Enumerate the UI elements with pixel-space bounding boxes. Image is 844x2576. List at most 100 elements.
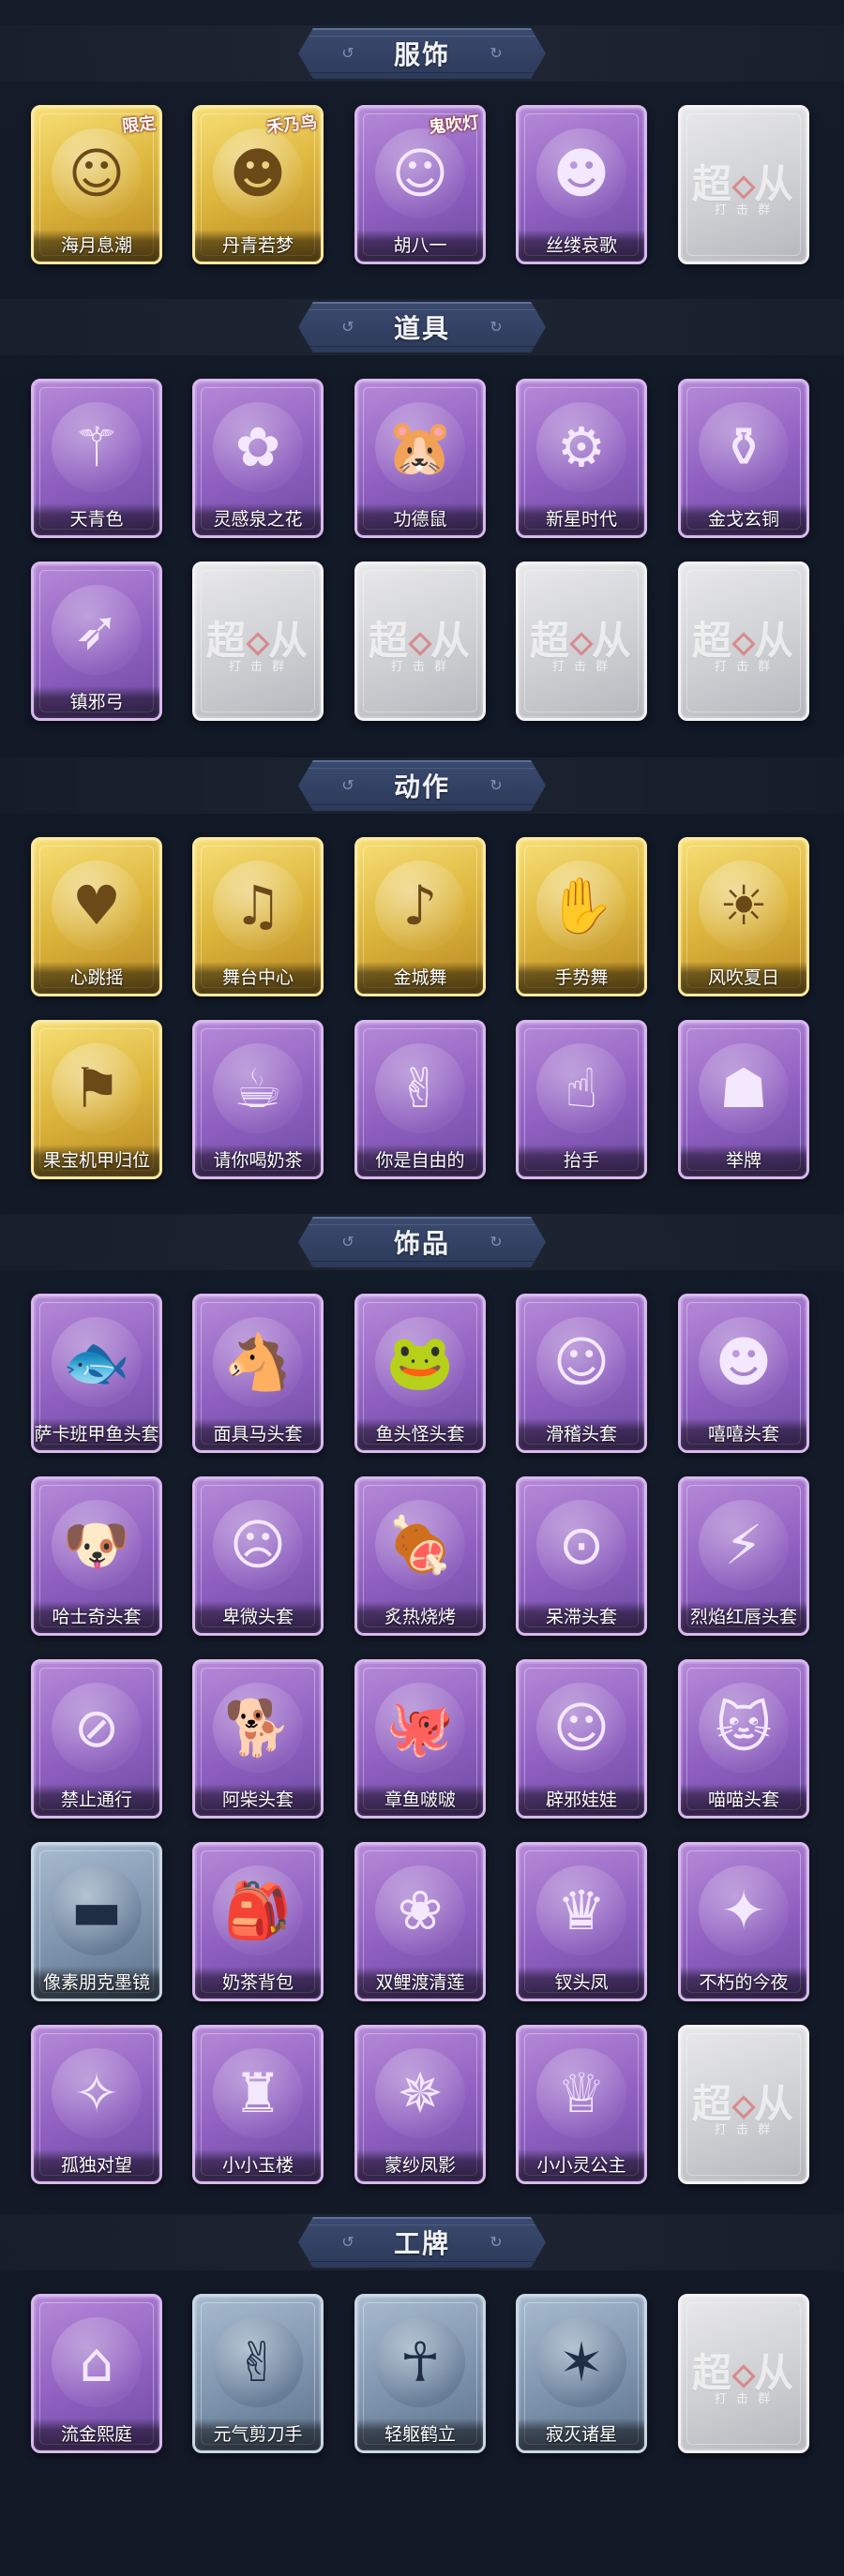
item-label: 喵喵头套 (681, 1784, 806, 1816)
item-card[interactable]: ⌂ 流金熙庭 (31, 2294, 162, 2453)
item-card[interactable]: 🐴 面具马头套 (192, 1294, 324, 1453)
bow-icon: ➶ (52, 585, 142, 675)
item-label: 丝缕哀歌 (519, 230, 644, 262)
item-label: 呆滞头套 (519, 1601, 644, 1633)
item-card[interactable]: ☕ 请你喝奶茶 (192, 1020, 324, 1179)
section-title: 动作 (393, 771, 450, 802)
milk-tea-pose-icon: ☕ (213, 1043, 303, 1133)
item-card[interactable]: ☺ 限定 海月息潮 (31, 105, 162, 264)
item-card[interactable]: ☺ 辟邪娃娃 (516, 1659, 647, 1819)
swirl-left-icon: ↺ (341, 2233, 354, 2251)
item-label: 辟邪娃娃 (519, 1784, 644, 1816)
summer-wind-pose-icon: ☀ (699, 861, 789, 951)
item-card[interactable]: ✵ 蒙纱凤影 (354, 2025, 486, 2184)
empty-slot-watermark-sub: 打 击 群 (714, 2123, 774, 2137)
phoenix-hairpin-icon: ♛ (536, 1865, 626, 1955)
item-label: 举牌 (681, 1145, 806, 1176)
watermark-diamond-icon (569, 632, 594, 656)
item-card[interactable]: ➶ 镇邪弓 (31, 562, 162, 721)
item-card[interactable]: ⊙ 呆滞头套 (516, 1476, 647, 1636)
item-card[interactable]: ☗ 举牌 (678, 1020, 809, 1179)
section-header-accessories: ↺ ↻ 饰品 (298, 1217, 546, 1267)
item-card[interactable]: ☺ 鬼吹灯 胡八一 (354, 105, 486, 264)
item-card[interactable]: ⚑ 果宝机甲归位 (31, 1020, 162, 1179)
item-card[interactable]: ♕ 小小灵公主 (516, 2025, 647, 2184)
item-card[interactable]: ☝ 抬手 (516, 1020, 647, 1179)
young-man-portrait-icon: ☺ (375, 128, 465, 218)
item-card[interactable]: ☀ 风吹夏日 (678, 837, 809, 996)
item-label: 果宝机甲归位 (34, 1145, 159, 1176)
item-label: 小小灵公主 (519, 2149, 644, 2181)
section-title: 工牌 (393, 2228, 450, 2259)
doll-head-icon: ☺ (536, 1683, 626, 1773)
empty-item-slot[interactable]: 超从打 击 群 (192, 562, 324, 721)
swirl-right-icon: ↻ (490, 776, 503, 794)
item-card[interactable]: ☻ 丝缕哀歌 (516, 105, 647, 264)
item-card[interactable]: 🐶 哈士奇头套 (31, 1476, 162, 1636)
empty-item-slot[interactable]: 超从打 击 群 (354, 562, 486, 721)
item-card[interactable]: ⚱ 金戈玄铜 (678, 379, 809, 538)
item-label: 舞台中心 (195, 962, 321, 994)
item-card[interactable]: ✌ 元气剪刀手 (192, 2294, 324, 2453)
item-card[interactable]: ✧ 孤独对望 (31, 2025, 162, 2184)
item-card[interactable]: ▬ 像素朋克墨镜 (31, 1842, 162, 2001)
item-card[interactable]: ♪ 金城舞 (354, 837, 486, 996)
dazed-face-head-icon: ⊙ (536, 1500, 626, 1590)
item-label: 禁止通行 (34, 1784, 159, 1816)
item-card[interactable]: ☻ 嘻嘻头套 (678, 1294, 809, 1453)
item-card[interactable]: ☺ 滑稽头套 (516, 1294, 647, 1453)
item-card[interactable]: ♛ 钗头凤 (516, 1842, 647, 2001)
item-card[interactable]: 🍖 炙热烧烤 (354, 1476, 486, 1636)
item-card[interactable]: ⊘ 禁止通行 (31, 1659, 162, 1819)
empty-item-slot[interactable]: 超从打 击 群 (678, 2025, 809, 2184)
item-card[interactable]: ☻ 禾乃鸟 丹青若梦 (192, 105, 324, 264)
item-label: 萨卡班甲鱼头套 (34, 1418, 159, 1450)
item-label: 哈士奇头套 (34, 1601, 159, 1633)
item-card[interactable]: ☹ 卑微头套 (192, 1476, 324, 1636)
item-label: 金戈玄铜 (681, 503, 806, 535)
item-card[interactable]: ✦ 不朽的今夜 (678, 1842, 809, 2001)
item-card[interactable]: 🐕 阿柴头套 (192, 1659, 324, 1819)
item-card[interactable]: 🐱 喵喵头套 (678, 1659, 809, 1819)
item-card[interactable]: ⚚ 天青色 (31, 379, 162, 538)
mecha-pose-icon: ⚑ (52, 1043, 142, 1133)
item-card[interactable]: 🐟 萨卡班甲鱼头套 (31, 1294, 162, 1453)
item-card[interactable]: ✿ 灵感泉之花 (192, 379, 324, 538)
empty-item-slot[interactable]: 超从打 击 群 (678, 562, 809, 721)
item-card[interactable]: ⚙ 新星时代 (516, 379, 647, 538)
swirl-right-icon: ↻ (490, 2233, 503, 2251)
item-label: 章鱼啵啵 (357, 1784, 483, 1816)
item-label: 心跳摇 (34, 962, 159, 994)
item-label: 天青色 (34, 503, 159, 535)
item-card[interactable]: ♥ 心跳摇 (31, 837, 162, 996)
item-card[interactable]: ✌ 你是自由的 (354, 1020, 486, 1179)
empty-item-slot[interactable]: 超从打 击 群 (678, 105, 809, 264)
item-label: 嘻嘻头套 (681, 1418, 806, 1450)
golden-frame-badge-icon: ⌂ (52, 2317, 142, 2407)
swirl-left-icon: ↺ (341, 44, 354, 62)
item-card[interactable]: 🐹 功德鼠 (354, 379, 486, 538)
fish-monster-head-icon: 🐸 (375, 1317, 465, 1407)
empty-item-slot[interactable]: 超从打 击 群 (678, 2294, 809, 2453)
octopus-icon: 🐙 (375, 1683, 465, 1773)
item-card[interactable]: ✶ 寂灭诸星 (516, 2294, 647, 2453)
free-pose-icon: ✌ (375, 1043, 465, 1133)
item-label: 胡八一 (357, 230, 483, 262)
empty-slot-watermark-sub: 打 击 群 (714, 660, 774, 674)
item-card[interactable]: 🎒 奶茶背包 (192, 1842, 324, 2001)
silhouette-peace-badge-icon: ✌ (213, 2317, 303, 2407)
watermark-diamond-icon (731, 2364, 756, 2389)
item-card[interactable]: ❀ 双鲤渡清莲 (354, 1842, 486, 2001)
item-label: 元气剪刀手 (195, 2419, 321, 2450)
item-card[interactable]: ✋ 手势舞 (516, 837, 647, 996)
item-label: 功德鼠 (357, 503, 483, 535)
item-card[interactable]: ♜ 小小玉楼 (192, 2025, 324, 2184)
watermark-diamond-icon (731, 175, 756, 200)
item-card[interactable]: ♫ 舞台中心 (192, 837, 324, 996)
empty-item-slot[interactable]: 超从打 击 群 (516, 562, 647, 721)
item-card[interactable]: ☥ 轻躯鹤立 (354, 2294, 486, 2453)
swirl-left-icon: ↺ (341, 776, 354, 794)
item-card[interactable]: 🐙 章鱼啵啵 (354, 1659, 486, 1819)
item-card[interactable]: ⚡ 烈焰红唇头套 (678, 1476, 809, 1636)
item-card[interactable]: 🐸 鱼头怪头套 (354, 1294, 486, 1453)
